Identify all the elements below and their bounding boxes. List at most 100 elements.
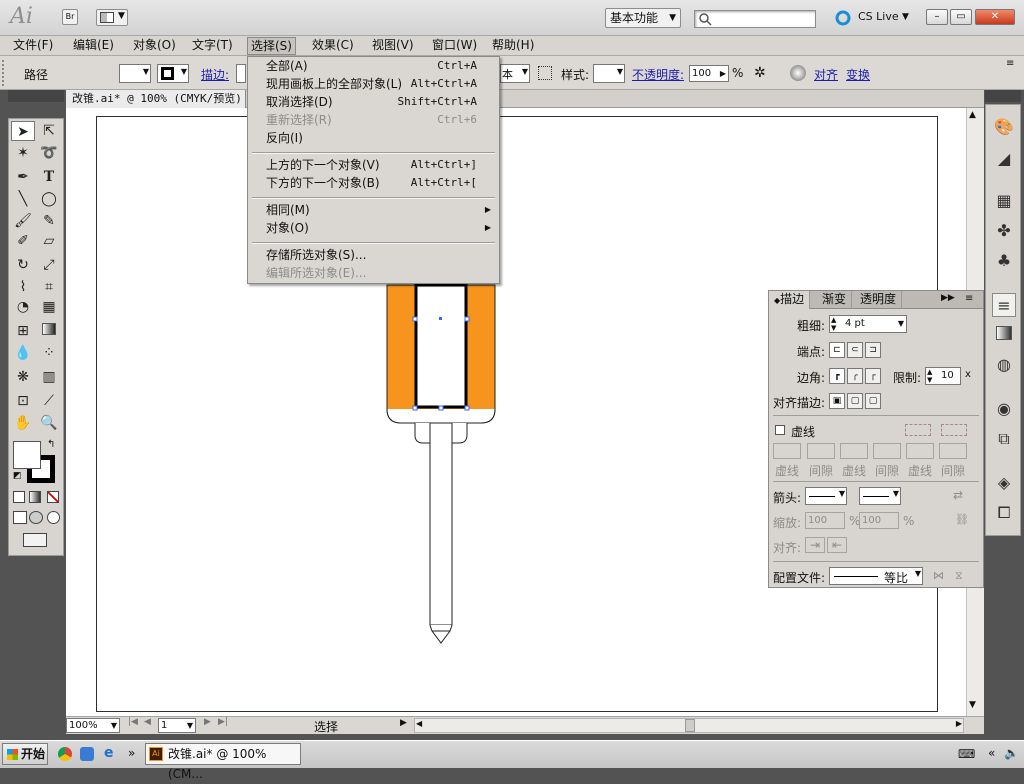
quick-launch-more[interactable]: » xyxy=(128,746,135,760)
status-menu-icon[interactable]: ▶ xyxy=(400,718,407,728)
mesh-tool-icon[interactable]: ⊞ xyxy=(11,321,35,341)
scroll-left-icon[interactable]: ◀ xyxy=(416,719,422,728)
align-center-icon[interactable]: ▣ xyxy=(829,393,845,409)
draw-inside-icon[interactable] xyxy=(47,511,60,524)
graphic-style-swatch[interactable]: ▼ xyxy=(593,64,625,83)
menu-item-save-selection[interactable]: 存储所选对象(S)... xyxy=(248,246,499,264)
start-arrowhead-dropdown[interactable]: ▼ xyxy=(805,487,847,505)
profile-dropdown[interactable]: 本 ▼ xyxy=(500,64,530,83)
control-panel-menu-icon[interactable]: ≡ xyxy=(1006,58,1014,69)
menu-item-select-all[interactable]: 全部(A) Ctrl+A xyxy=(248,57,499,75)
pencil-tool-icon[interactable]: ✎ xyxy=(37,211,61,231)
menu-item-edit-selection[interactable]: 编辑所选对象(E)... xyxy=(248,264,499,282)
warp-tool-icon[interactable]: ⌇ xyxy=(11,277,35,297)
flip-along-icon[interactable]: ⋈ xyxy=(933,569,944,582)
dashed-checkbox[interactable] xyxy=(775,425,785,435)
brushes-icon[interactable]: ✤ xyxy=(992,219,1016,243)
cs-live-button[interactable]: CS Live ▼ xyxy=(834,8,914,28)
arrow-place-icon[interactable]: ⇤ xyxy=(827,537,847,553)
none-mode-icon[interactable] xyxy=(47,491,59,503)
opacity-field[interactable]: 100 ▶ xyxy=(689,65,729,82)
tab-gradient[interactable]: 渐变 xyxy=(817,291,853,309)
stroke-swatch[interactable]: ▼ xyxy=(157,64,189,83)
round-join-icon[interactable]: ╭ xyxy=(847,368,863,384)
stepper-icon[interactable]: ▲ ▼ xyxy=(927,368,932,384)
stroke-link[interactable]: 描边: xyxy=(201,66,229,83)
weight-field[interactable]: ▲ ▼ 4 pt ▼ xyxy=(829,315,907,333)
isolate-icon[interactable] xyxy=(790,65,806,81)
menu-file[interactable]: 文件(F) xyxy=(10,37,56,55)
restore-button[interactable]: ▭ xyxy=(950,9,972,25)
scroll-down-icon[interactable]: ▼ xyxy=(969,700,976,710)
dash-field[interactable] xyxy=(840,443,868,459)
default-colors-icon[interactable]: ◩ xyxy=(13,471,22,481)
flip-across-icon[interactable]: ⧖ xyxy=(955,569,963,583)
perspective-grid-tool-icon[interactable]: ▦ xyxy=(37,297,61,317)
dock-collapse-bar[interactable] xyxy=(985,90,1021,102)
paintbrush-tool-icon[interactable]: 🖌 xyxy=(11,211,35,231)
color-palette-icon[interactable]: 🎨 xyxy=(992,115,1016,139)
brush-definition-icon[interactable] xyxy=(538,66,552,80)
close-button[interactable]: ✕ xyxy=(975,9,1015,25)
start-scale-field[interactable]: 100 xyxy=(805,512,845,529)
magic-wand-tool-icon[interactable]: ✶ xyxy=(11,143,35,163)
align-inside-icon[interactable]: ▢ xyxy=(847,393,863,409)
dash-align-icon[interactable] xyxy=(941,424,967,436)
appearance-icon[interactable]: ◉ xyxy=(992,397,1016,421)
tab-stroke[interactable]: ◆描边 xyxy=(769,291,811,309)
lasso-tool-icon[interactable]: ➰ xyxy=(37,143,61,163)
menu-item-object[interactable]: 对象(O) ▶ xyxy=(248,219,499,237)
gap-field[interactable] xyxy=(873,443,901,459)
gradient-tool-icon[interactable] xyxy=(37,321,61,341)
round-cap-icon[interactable]: ⊂ xyxy=(847,342,863,358)
tray-keyboard-icon[interactable]: ⌨ xyxy=(958,747,975,761)
end-arrowhead-dropdown[interactable]: ▼ xyxy=(859,487,901,505)
toolbox-collapse-bar[interactable] xyxy=(8,90,64,102)
menu-item-inverse[interactable]: 反向(I) xyxy=(248,129,499,147)
scroll-thumb[interactable] xyxy=(685,719,695,732)
recolor-artwork-icon[interactable]: ✲ xyxy=(754,65,766,81)
swatches-icon[interactable]: ▦ xyxy=(992,189,1016,213)
opacity-link[interactable]: 不透明度: xyxy=(632,66,684,83)
gap-field[interactable] xyxy=(807,443,835,459)
minimize-button[interactable]: – xyxy=(926,9,948,25)
direct-selection-tool-icon[interactable]: ⇱ xyxy=(37,121,61,141)
graphic-styles-icon[interactable]: ⧉ xyxy=(992,427,1016,451)
gradient-mode-icon[interactable] xyxy=(29,491,41,503)
transparency-panel-icon[interactable]: ◍ xyxy=(992,353,1016,377)
menu-item-select-all-artboard[interactable]: 现用画板上的全部对象(L) Alt+Ctrl+A xyxy=(248,75,499,93)
align-outside-icon[interactable]: ▢ xyxy=(865,393,881,409)
first-artboard-icon[interactable]: |◀ xyxy=(128,717,138,727)
hand-tool-icon[interactable]: ✋ xyxy=(11,413,35,433)
menu-help[interactable]: 帮助(H) xyxy=(489,37,537,55)
scale-tool-icon[interactable]: ⤢ xyxy=(37,255,61,275)
menu-window[interactable]: 窗口(W) xyxy=(429,37,480,55)
dash-field[interactable] xyxy=(773,443,801,459)
draw-normal-icon[interactable] xyxy=(13,511,27,524)
next-artboard-icon[interactable]: ▶ xyxy=(204,717,211,727)
help-search-input[interactable] xyxy=(694,10,816,28)
artboard-number-field[interactable]: 1 ▼ xyxy=(158,718,196,733)
taskbar-illustrator-item[interactable]: Ai 改锥.ai* @ 100% (CM... xyxy=(145,743,301,781)
swap-arrowheads-icon[interactable]: ⇄ xyxy=(953,488,963,502)
menu-item-next-above[interactable]: 上方的下一个对象(V) Alt+Ctrl+] xyxy=(248,156,499,174)
transform-link[interactable]: 变换 xyxy=(846,66,870,83)
draw-behind-icon[interactable] xyxy=(29,511,43,524)
bridge-button[interactable]: Br xyxy=(62,9,78,25)
zoom-dropdown[interactable]: 100% ▼ xyxy=(66,718,120,733)
eyedropper-tool-icon[interactable]: 💧 xyxy=(11,343,35,363)
arrow-extend-icon[interactable]: ⇥ xyxy=(805,537,825,553)
menu-edit[interactable]: 编辑(E) xyxy=(70,37,117,55)
miter-join-icon[interactable]: ┏ xyxy=(829,368,845,384)
fill-color-box[interactable] xyxy=(13,441,41,469)
ellipse-tool-icon[interactable]: ◯ xyxy=(37,189,61,209)
menu-select[interactable]: 选择(S) xyxy=(247,37,296,55)
screen-mode-icon[interactable] xyxy=(23,533,47,547)
zoom-tool-icon[interactable]: 🔍 xyxy=(37,413,61,433)
blend-tool-icon[interactable]: ⁘ xyxy=(37,343,61,363)
tray-volume-icon[interactable]: 🔈 xyxy=(1004,746,1019,760)
gradient-panel-icon[interactable] xyxy=(992,323,1016,347)
internet-explorer-icon[interactable]: e xyxy=(104,745,114,761)
menu-item-reselect[interactable]: 重新选择(R) Ctrl+6 xyxy=(248,111,499,129)
panel-menu-icon[interactable]: ≡ xyxy=(965,293,973,304)
